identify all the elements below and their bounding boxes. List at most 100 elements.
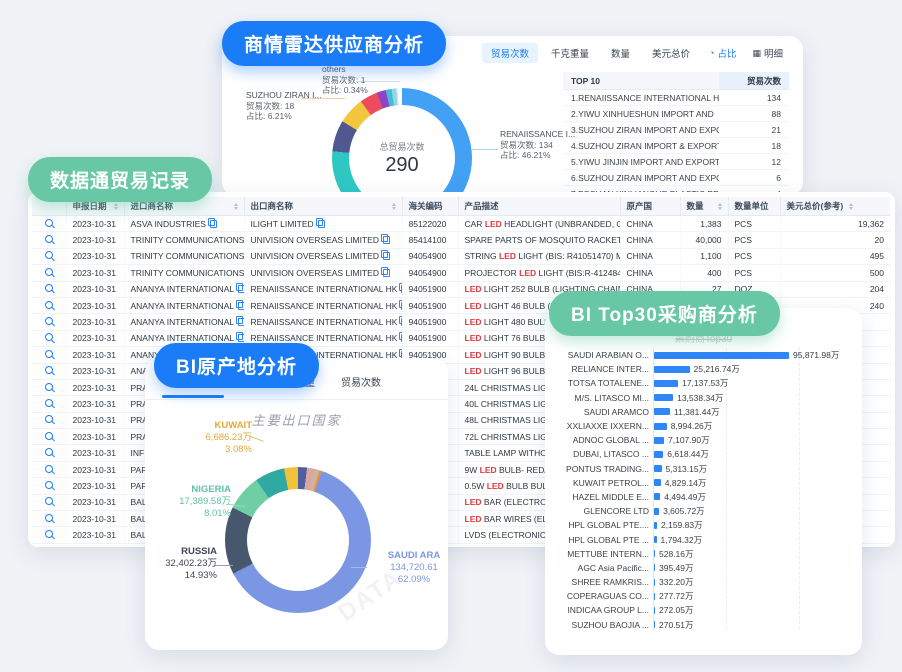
copy-icon[interactable]: [238, 334, 244, 342]
metric-tab[interactable]: 美元总价: [643, 43, 699, 63]
search-icon[interactable]: [45, 366, 53, 374]
supplier-name: 6.SUZHOU ZIRAN IMPORT AND EXPORT: [563, 173, 719, 183]
view-control[interactable]: ◔占比: [703, 43, 742, 63]
copy-icon[interactable]: [318, 220, 325, 228]
product-cell: SPARE PARTS OF MOSQUITO RACKET - LED ...: [458, 232, 620, 248]
detail-cell: [32, 347, 66, 363]
search-icon[interactable]: [45, 235, 53, 243]
top10-row: 2.YIWU XINHUESHUN IMPORT AND 88: [563, 106, 789, 122]
metric-tab[interactable]: 数量: [602, 43, 639, 63]
detail-cell: [32, 314, 66, 330]
search-icon[interactable]: [45, 333, 53, 341]
search-icon[interactable]: [45, 514, 53, 522]
supplier-analysis-pill: 商情雷达供应商分析: [222, 21, 446, 66]
search-icon[interactable]: [45, 415, 53, 423]
donut-center-value: 290: [385, 154, 418, 177]
importer-cell: TRINITY COMMUNICATIONS: [124, 232, 244, 248]
copy-icon[interactable]: [238, 302, 244, 310]
copy-icon[interactable]: [383, 236, 390, 244]
copy-icon[interactable]: [238, 318, 244, 326]
search-icon[interactable]: [45, 317, 53, 325]
supplier-metric-tabs: 贸易次数千克重量数量美元总价◔占比▦明细: [482, 43, 789, 63]
product-cell: PROJECTOR LED LIGHT (BIS:R-41248487): [458, 265, 620, 281]
search-icon[interactable]: [45, 251, 53, 259]
exporter-cell: ILIGHT LIMITED: [244, 216, 402, 232]
total-cell: 495: [780, 248, 890, 264]
bar-row: DUBAI, LITASCO ... 6,618.44万: [553, 447, 854, 461]
detail-cell: [32, 265, 66, 281]
bar-row: AGC Asia Pacific... 395.49万: [553, 561, 854, 575]
sort-icon[interactable]: [231, 203, 238, 210]
sort-icon[interactable]: [715, 203, 722, 210]
search-icon[interactable]: [45, 284, 53, 292]
search-icon[interactable]: [45, 497, 53, 505]
origin-tab[interactable]: 贸易次数: [341, 374, 381, 389]
search-icon[interactable]: [45, 219, 53, 227]
detail-cell: [32, 216, 66, 232]
search-icon[interactable]: [45, 268, 53, 276]
unit-cell: PCS: [728, 248, 780, 264]
view-control[interactable]: ▦明细: [746, 43, 789, 63]
bar-value: 270.51万: [659, 619, 694, 631]
search-icon[interactable]: [45, 399, 53, 407]
search-icon[interactable]: [45, 530, 53, 538]
bar-label: SUZHOU BAOJIA ...: [553, 620, 654, 630]
date-cell: 2023-10-31: [66, 511, 124, 527]
search-icon[interactable]: [45, 432, 53, 440]
qty-cell: 40,000: [680, 232, 728, 248]
copy-icon[interactable]: [383, 252, 390, 260]
supplier-value: 6: [719, 173, 789, 183]
bar: [654, 550, 655, 557]
callout-kuwait: KUWAIT 6,686.23万 3.08%: [157, 420, 252, 456]
bar-value: 6,618.44万: [667, 448, 709, 460]
date-cell: 2023-10-31: [66, 314, 124, 330]
donut-center-label: 总贸易次数: [379, 140, 424, 153]
donut-hole: [247, 489, 349, 591]
search-icon[interactable]: [45, 465, 53, 473]
search-icon[interactable]: [45, 383, 53, 391]
copy-icon[interactable]: [383, 269, 390, 277]
bar-value: 3,605.72万: [663, 505, 705, 517]
sort-icon[interactable]: [111, 203, 118, 210]
bar-label: AGC Asia Pacific...: [553, 563, 654, 573]
metric-tab[interactable]: 千克重量: [542, 43, 598, 63]
bar: [654, 408, 670, 415]
origin-cell: CHINA: [620, 248, 680, 264]
search-icon[interactable]: [45, 301, 53, 309]
bar-row: PONTUS TRADING... 5,313.15万: [553, 462, 854, 476]
bar-value: 277.72万: [659, 590, 694, 602]
detail-cell: [32, 232, 66, 248]
date-cell: 2023-10-31: [66, 412, 124, 428]
product-cell: STRING LED LIGHT (BIS: R41051470) MOD...: [458, 248, 620, 264]
bar-label: XXLIAXXE IXXERN...: [553, 421, 654, 431]
bar-row: SAUDI ARABIAN O... 95,871.98万: [553, 348, 854, 362]
exporter-cell: RENAIISSANCE INTERNATIONAL HK: [244, 281, 402, 297]
qty-cell: 1,100: [680, 248, 728, 264]
copy-icon[interactable]: [210, 220, 217, 228]
sort-icon[interactable]: [389, 203, 396, 210]
metric-tab[interactable]: 贸易次数: [482, 43, 538, 63]
date-cell: 2023-10-31: [66, 379, 124, 395]
hs-code-cell: 94051900: [402, 297, 458, 313]
bar: [654, 493, 660, 500]
search-icon[interactable]: [45, 350, 53, 358]
importer-cell: ANANYA INTERNATIONAL: [124, 281, 244, 297]
bar: [654, 508, 659, 515]
detail-cell: [32, 461, 66, 477]
bar-value: 11,381.44万: [674, 406, 720, 418]
search-icon[interactable]: [45, 481, 53, 489]
bar: [654, 607, 655, 614]
hs-code-cell: 94051900: [402, 330, 458, 346]
supplier-value: 88: [719, 109, 789, 119]
bar-label: SAUDI ARABIAN O...: [553, 350, 654, 360]
bar: [654, 621, 655, 628]
search-icon[interactable]: [45, 448, 53, 456]
copy-icon[interactable]: [238, 285, 244, 293]
bar-value: 5,313.15万: [666, 463, 708, 475]
total-cell: 204: [780, 281, 890, 297]
bar-row: HAZEL MIDDLE E... 4,494.49万: [553, 490, 854, 504]
supplier-name: 5.YIWU JINJIN IMPORT AND EXPORT CO: [563, 157, 719, 167]
sort-icon[interactable]: [846, 203, 853, 210]
table-row: 2023-10-31 TRINITY COMMUNICATIONS UNIVIS…: [32, 265, 890, 281]
date-cell: 2023-10-31: [66, 478, 124, 494]
